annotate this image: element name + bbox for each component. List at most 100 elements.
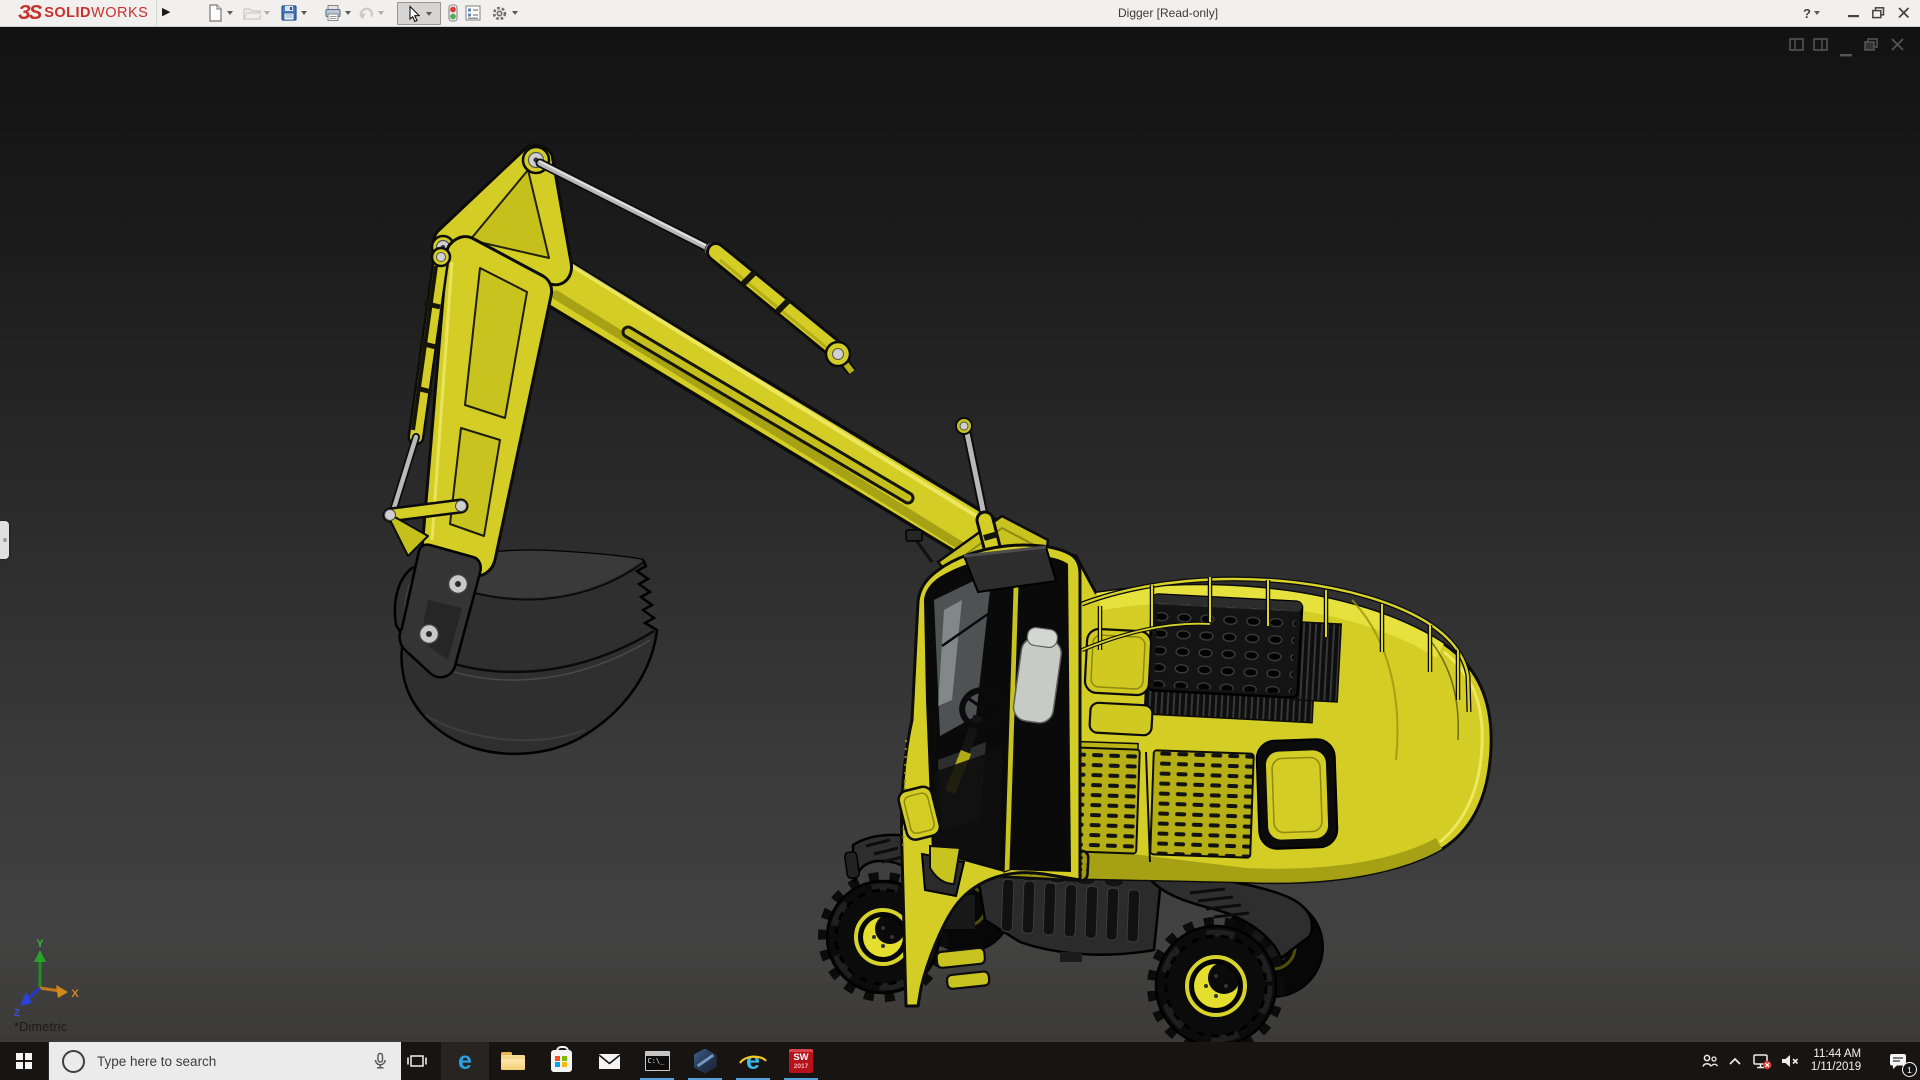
logo-text-solid: SOLID <box>44 5 92 21</box>
gear-icon <box>492 6 507 20</box>
print-button[interactable] <box>324 2 351 24</box>
feature-tree-flyout-tab[interactable] <box>0 521 9 559</box>
taskbar-app-edge[interactable]: e <box>441 1042 489 1080</box>
notification-badge: 1 <box>1902 1062 1917 1077</box>
dropdown-caret <box>378 11 384 15</box>
title-bar: ЗS SOLID WORKS ▶ Digger [Read-only] ? <box>0 0 1920 27</box>
undo-button <box>357 2 384 24</box>
network-status-button[interactable] <box>1748 1042 1776 1080</box>
command-prompt-icon: C:\_ <box>644 1051 670 1071</box>
action-center-button[interactable]: 1 <box>1876 1042 1920 1080</box>
doc-tile-pane-icon[interactable] <box>1789 38 1804 56</box>
select-cursor-icon <box>409 4 421 22</box>
taskbar-app-store[interactable] <box>537 1042 585 1080</box>
dropdown-caret[interactable] <box>426 11 432 16</box>
command-prompt-glyph: C:\_ <box>647 1057 665 1065</box>
triad-y-label: Y <box>36 938 44 950</box>
task-view-button[interactable] <box>393 1042 441 1080</box>
doc-split-pane-icon[interactable] <box>1813 38 1828 56</box>
triad-z-label: Z <box>14 1008 20 1019</box>
divider <box>156 0 157 26</box>
select-tool-button[interactable] <box>397 2 441 25</box>
volume-muted-icon <box>1782 1055 1799 1067</box>
undo-icon <box>359 7 374 19</box>
edrawings-icon <box>693 1048 717 1074</box>
dropdown-caret <box>264 11 270 15</box>
rebuild-traffic-light-icon <box>448 4 458 22</box>
windows-logo-icon <box>15 1052 33 1070</box>
chevron-up-icon <box>1729 1057 1741 1065</box>
people-button[interactable] <box>1696 1042 1722 1080</box>
solidworks-2017-icon: SW 2017 <box>789 1049 813 1073</box>
cortana-icon <box>62 1049 85 1073</box>
dropdown-caret[interactable] <box>345 11 351 15</box>
save-icon <box>281 5 297 21</box>
microphone-icon[interactable] <box>371 1052 389 1070</box>
ie-ring <box>739 1055 767 1064</box>
document-title: Digger [Read-only] <box>1118 6 1219 20</box>
close-icon <box>1898 7 1910 19</box>
doc-restore-icon[interactable] <box>1864 38 1879 56</box>
solidworks-logo-mark: ЗS <box>18 1 42 24</box>
document-properties-icon <box>465 5 481 21</box>
entry-steps <box>935 946 991 990</box>
open-icon <box>243 8 261 20</box>
graphics-viewport[interactable]: Y X Z *Dimetric <box>0 26 1920 1042</box>
mail-icon <box>597 1053 621 1069</box>
reference-triad: Y X Z <box>14 938 79 1019</box>
restore-button[interactable] <box>1872 4 1885 22</box>
tray-overflow-button[interactable] <box>1722 1042 1748 1080</box>
help-button[interactable]: ? <box>1803 4 1820 22</box>
taskbar-search-box[interactable] <box>48 1042 401 1080</box>
network-disconnected-icon <box>1753 1053 1772 1069</box>
open-button <box>243 2 270 24</box>
sw-icon-year: 2017 <box>793 1062 809 1070</box>
taskbar-app-command-prompt[interactable]: C:\_ <box>633 1042 681 1080</box>
file-explorer-icon <box>501 1052 525 1070</box>
minimize-button[interactable] <box>1848 4 1860 22</box>
view-orientation-label: *Dimetric <box>14 1020 68 1034</box>
dropdown-caret[interactable] <box>227 11 233 15</box>
new-document-button[interactable] <box>206 2 233 24</box>
document-properties-button[interactable] <box>464 2 482 24</box>
taskbar-app-internet-explorer[interactable]: e <box>729 1042 777 1080</box>
print-icon <box>325 5 341 21</box>
mirror-arm <box>914 539 934 563</box>
logo-text-works: WORKS <box>91 5 149 21</box>
solidworks-logo: ЗS SOLID WORKS <box>18 2 148 24</box>
excavator-model[interactable]: Y X Z <box>0 26 1920 1042</box>
search-input[interactable] <box>95 1052 371 1070</box>
minimize-icon <box>1848 15 1859 18</box>
store-icon <box>550 1046 572 1072</box>
new-document-icon <box>209 4 222 22</box>
clock-time: 11:44 AM <box>1813 1048 1862 1060</box>
taskbar-app-mail[interactable] <box>585 1042 633 1080</box>
doc-close-icon[interactable] <box>1891 38 1904 56</box>
volume-button[interactable] <box>1776 1042 1804 1080</box>
taskbar-app-file-explorer[interactable] <box>489 1042 537 1080</box>
save-button[interactable] <box>280 2 307 24</box>
taskbar-app-edrawings[interactable] <box>681 1042 729 1080</box>
mirror <box>905 529 923 542</box>
dropdown-caret[interactable] <box>1813 11 1820 15</box>
dropdown-caret[interactable] <box>512 11 518 15</box>
dropdown-caret[interactable] <box>301 11 307 15</box>
clock-date: 1/11/2019 <box>1810 1061 1862 1073</box>
taskbar-clock[interactable]: 11:44 AM 1/11/2019 <box>1804 1042 1868 1080</box>
menu-flyout-arrow[interactable]: ▶ <box>162 5 170 18</box>
task-view-icon <box>407 1055 427 1067</box>
edge-icon: e <box>458 1046 472 1075</box>
sw-icon-text: SW <box>793 1051 809 1063</box>
taskbar-app-solidworks[interactable]: SW 2017 <box>777 1042 825 1080</box>
doc-minimize-icon[interactable] <box>1840 44 1853 62</box>
help-label: ? <box>1803 5 1811 21</box>
rear-side-window <box>1255 738 1339 850</box>
taskbar: e C:\_ e SW <box>0 1042 1920 1080</box>
triad-x-label: X <box>71 988 79 1000</box>
people-icon <box>1701 1054 1718 1067</box>
start-button[interactable] <box>0 1042 48 1080</box>
restore-icon <box>1872 7 1885 19</box>
rebuild-button[interactable] <box>444 2 462 24</box>
options-button[interactable] <box>490 2 518 24</box>
close-button[interactable] <box>1898 4 1910 22</box>
